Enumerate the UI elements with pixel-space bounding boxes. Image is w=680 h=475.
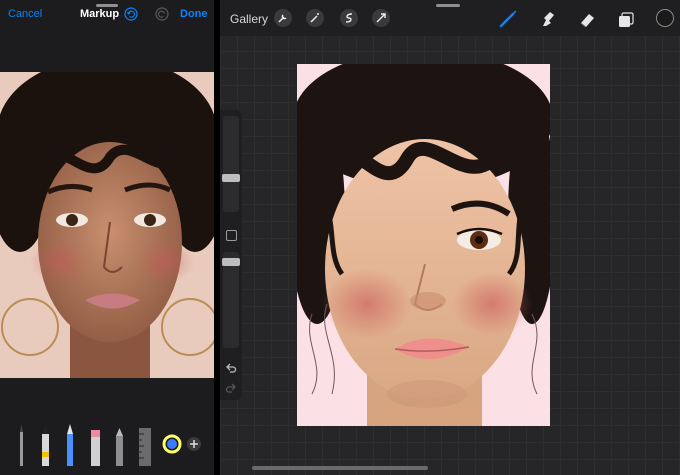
undo-icon[interactable] [225,362,237,374]
opacity-slider[interactable] [223,252,239,348]
eraser-icon[interactable] [91,430,100,466]
brush-sidebar [220,110,242,400]
modify-button[interactable] [226,230,237,241]
markup-title: Markup [80,8,120,20]
gallery-button[interactable]: Gallery [230,12,268,26]
procreate-pane: Gallery [220,0,680,475]
layers-icon[interactable] [616,9,636,29]
drawing-canvas[interactable] [297,64,550,426]
markup-tool-palette [0,418,214,475]
cancel-button[interactable]: Cancel [8,8,42,20]
brush-size-slider[interactable] [223,116,239,212]
wrench-icon[interactable] [274,9,292,27]
marker-icon[interactable] [42,426,49,466]
color-picker-icon[interactable] [162,434,182,454]
eraser-icon[interactable] [577,9,597,29]
home-indicator [252,466,428,470]
magic-wand-icon[interactable] [306,9,324,27]
ruler-icon[interactable] [139,428,151,466]
window-grabber[interactable] [96,4,118,7]
redo-icon[interactable] [225,382,237,394]
pencil-icon[interactable] [67,424,73,466]
pen-icon[interactable] [20,424,23,466]
smudge-icon[interactable] [538,9,558,29]
color-swatch[interactable] [656,9,674,27]
brush-size-thumb[interactable] [222,174,240,182]
markup-pane: Cancel Markup Done [0,0,214,475]
redo-icon[interactable] [155,7,169,21]
markup-toolbar: Cancel Markup Done [0,0,214,30]
lasso-icon[interactable] [116,428,123,466]
done-button[interactable]: Done [180,8,208,20]
window-grabber[interactable] [436,4,460,7]
procreate-toolbar: Gallery [220,0,680,36]
add-icon[interactable] [187,437,201,451]
selection-icon[interactable] [340,9,358,27]
transform-arrow-icon[interactable] [372,9,390,27]
reference-photo [0,72,214,378]
undo-icon[interactable] [124,7,138,21]
opacity-thumb[interactable] [222,258,240,266]
brush-icon[interactable] [498,9,518,29]
